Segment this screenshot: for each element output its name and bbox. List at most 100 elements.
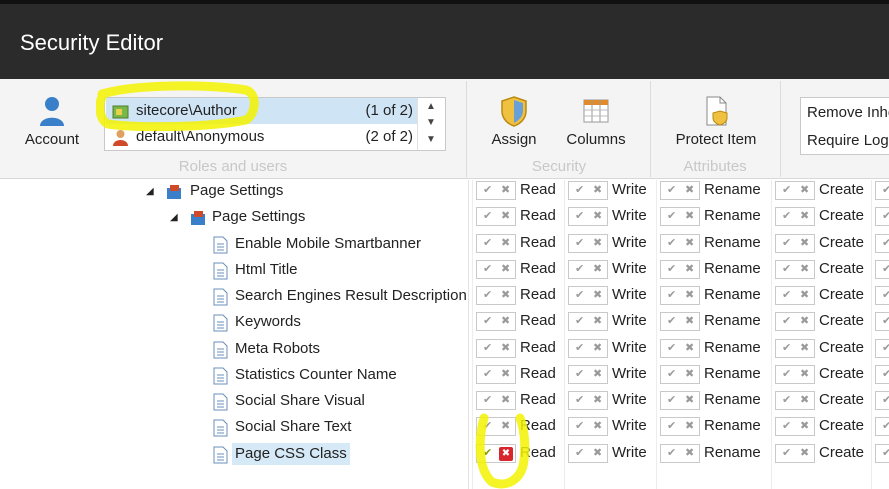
deny-x-icon[interactable]: ✖	[685, 288, 694, 301]
columns-button[interactable]: Columns	[560, 95, 632, 148]
access-checkbox[interactable]: ✔✖	[775, 234, 815, 253]
access-checkbox[interactable]: ✔✖	[476, 444, 516, 463]
deny-x-icon[interactable]: ✖	[501, 209, 510, 222]
access-checkbox[interactable]: ✔✖	[775, 260, 815, 279]
deny-x-icon[interactable]: ✖	[593, 288, 602, 301]
access-checkbox[interactable]: ✔✖	[660, 417, 700, 436]
allow-check-icon[interactable]: ✔	[667, 367, 676, 380]
inheritance-options[interactable]: Remove Inhe Require Logi	[800, 97, 889, 155]
access-checkbox[interactable]: ✔✖	[476, 391, 516, 410]
allow-check-icon[interactable]: ✔	[667, 262, 676, 275]
access-checkbox[interactable]: ✔✖	[875, 312, 889, 331]
deny-x-icon[interactable]: ✖	[800, 183, 809, 196]
allow-check-icon[interactable]: ✔	[483, 314, 492, 327]
deny-x-icon[interactable]: ✖	[800, 288, 809, 301]
access-checkbox[interactable]: ✔✖	[568, 365, 608, 384]
access-checkbox[interactable]: ✔✖	[476, 365, 516, 384]
deny-x-icon[interactable]: ✖	[593, 183, 602, 196]
deny-x-icon[interactable]: ✖	[501, 341, 510, 354]
deny-x-icon[interactable]: ✖	[501, 236, 510, 249]
access-checkbox[interactable]: ✔✖	[875, 181, 889, 200]
allow-check-icon[interactable]: ✔	[782, 236, 791, 249]
access-checkbox[interactable]: ✔✖	[476, 181, 516, 200]
access-checkbox[interactable]: ✔✖	[568, 391, 608, 410]
access-checkbox[interactable]: ✔✖	[568, 286, 608, 305]
allow-check-icon[interactable]: ✔	[483, 367, 492, 380]
access-checkbox[interactable]: ✔✖	[476, 234, 516, 253]
access-checkbox[interactable]: ✔✖	[875, 417, 889, 436]
allow-check-icon[interactable]: ✔	[575, 209, 584, 222]
remove-inheritance-option[interactable]: Remove Inhe	[807, 104, 889, 121]
allow-check-icon[interactable]: ✔	[882, 183, 889, 196]
deny-x-icon[interactable]: ✖	[685, 183, 694, 196]
allow-check-icon[interactable]: ✔	[667, 236, 676, 249]
allow-check-icon[interactable]: ✔	[575, 446, 584, 459]
collapse-arrow-icon[interactable]: ◢	[170, 207, 178, 229]
allow-check-icon[interactable]: ✔	[667, 446, 676, 459]
deny-x-icon[interactable]: ✖	[685, 341, 694, 354]
access-checkbox[interactable]: ✔✖	[775, 391, 815, 410]
protect-item-button[interactable]: Protect Item	[670, 95, 762, 148]
allow-check-icon[interactable]: ✔	[483, 419, 492, 432]
access-checkbox[interactable]: ✔✖	[875, 207, 889, 226]
access-checkbox[interactable]: ✔✖	[476, 312, 516, 331]
deny-x-icon[interactable]: ✖	[685, 209, 694, 222]
allow-check-icon[interactable]: ✔	[575, 367, 584, 380]
allow-check-icon[interactable]: ✔	[882, 419, 889, 432]
access-checkbox[interactable]: ✔✖	[660, 207, 700, 226]
allow-check-icon[interactable]: ✔	[782, 367, 791, 380]
allow-check-icon[interactable]: ✔	[483, 446, 492, 459]
access-checkbox[interactable]: ✔✖	[476, 207, 516, 226]
deny-x-icon[interactable]: ✖	[800, 209, 809, 222]
allow-check-icon[interactable]: ✔	[882, 314, 889, 327]
deny-x-icon[interactable]: ✖	[800, 236, 809, 249]
access-checkbox[interactable]: ✔✖	[775, 312, 815, 331]
access-checkbox[interactable]: ✔✖	[875, 444, 889, 463]
allow-check-icon[interactable]: ✔	[782, 288, 791, 301]
deny-x-icon[interactable]: ✖	[685, 446, 694, 459]
access-checkbox[interactable]: ✔✖	[568, 417, 608, 436]
allow-check-icon[interactable]: ✔	[483, 262, 492, 275]
allow-check-icon[interactable]: ✔	[667, 183, 676, 196]
deny-x-icon[interactable]: ✖	[800, 419, 809, 432]
allow-check-icon[interactable]: ✔	[483, 341, 492, 354]
allow-check-icon[interactable]: ✔	[782, 393, 791, 406]
access-checkbox[interactable]: ✔✖	[775, 365, 815, 384]
deny-x-icon[interactable]: ✖	[800, 393, 809, 406]
deny-x-icon[interactable]: ✖	[685, 314, 694, 327]
scroll-more-icon[interactable]: ▼	[426, 134, 436, 145]
access-checkbox[interactable]: ✔✖	[568, 444, 608, 463]
role-item-author[interactable]: sitecore\Author (1 of 2)	[106, 98, 419, 124]
allow-check-icon[interactable]: ✔	[575, 341, 584, 354]
deny-x-icon[interactable]: ✖	[800, 314, 809, 327]
role-item-anonymous[interactable]: default\Anonymous (2 of 2)	[106, 124, 419, 150]
allow-check-icon[interactable]: ✔	[483, 393, 492, 406]
allow-check-icon[interactable]: ✔	[575, 314, 584, 327]
allow-check-icon[interactable]: ✔	[782, 341, 791, 354]
deny-x-icon[interactable]: ✖	[685, 236, 694, 249]
deny-x-icon[interactable]: ✖	[593, 367, 602, 380]
allow-check-icon[interactable]: ✔	[575, 419, 584, 432]
collapse-arrow-icon[interactable]: ◢	[146, 181, 154, 203]
access-checkbox[interactable]: ✔✖	[568, 181, 608, 200]
deny-x-icon[interactable]: ✖	[501, 314, 510, 327]
allow-check-icon[interactable]: ✔	[882, 446, 889, 459]
access-checkbox[interactable]: ✔✖	[660, 339, 700, 358]
deny-x-icon[interactable]: ✖	[501, 262, 510, 275]
deny-x-icon[interactable]: ✖	[501, 393, 510, 406]
deny-x-icon[interactable]: ✖	[685, 419, 694, 432]
access-checkbox[interactable]: ✔✖	[568, 207, 608, 226]
access-checkbox[interactable]: ✔✖	[660, 234, 700, 253]
allow-check-icon[interactable]: ✔	[882, 236, 889, 249]
access-checkbox[interactable]: ✔✖	[775, 286, 815, 305]
deny-x-icon[interactable]: ✖	[800, 367, 809, 380]
access-checkbox[interactable]: ✔✖	[660, 181, 700, 200]
allow-check-icon[interactable]: ✔	[782, 314, 791, 327]
access-checkbox[interactable]: ✔✖	[875, 234, 889, 253]
access-checkbox[interactable]: ✔✖	[775, 444, 815, 463]
deny-x-icon[interactable]: ✖	[593, 209, 602, 222]
allow-check-icon[interactable]: ✔	[782, 446, 791, 459]
deny-x-icon[interactable]: ✖	[593, 393, 602, 406]
allow-check-icon[interactable]: ✔	[483, 209, 492, 222]
access-checkbox[interactable]: ✔✖	[568, 234, 608, 253]
